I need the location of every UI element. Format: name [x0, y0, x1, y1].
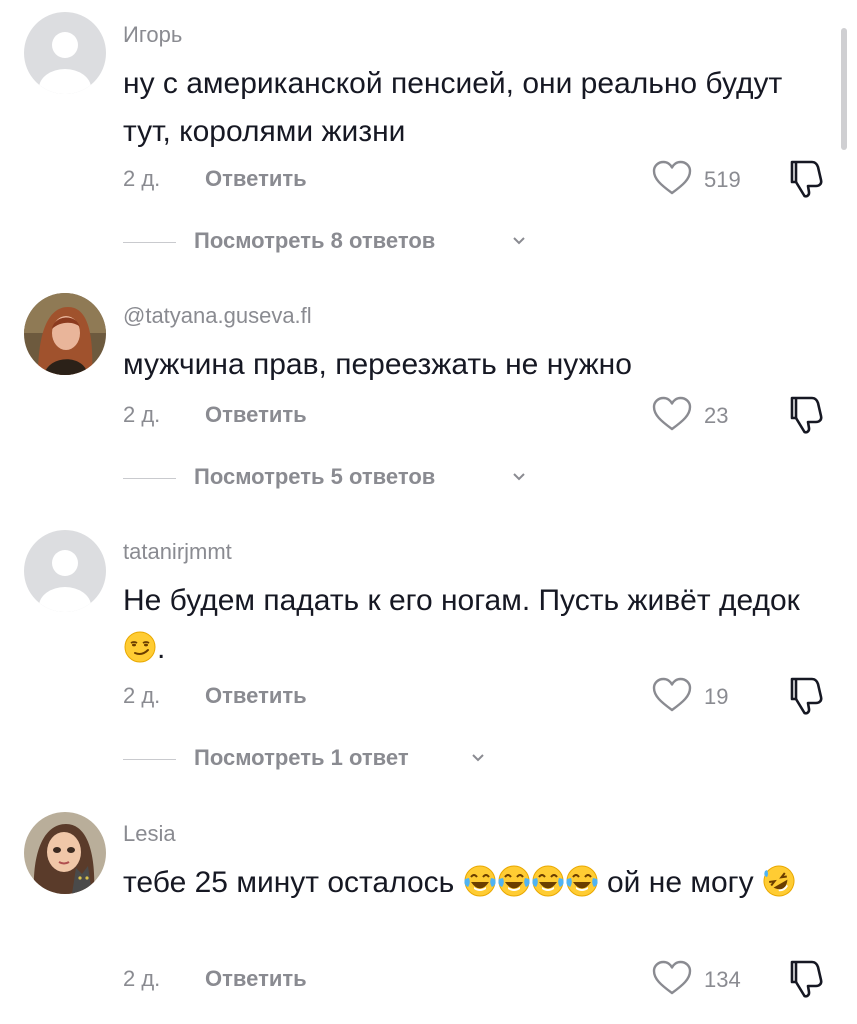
reply-button[interactable]: Ответить [205, 166, 307, 192]
default-avatar-icon [24, 530, 106, 612]
face-with-tears-of-joy-icon [498, 865, 530, 897]
comment-time: 2 д. [123, 683, 161, 708]
heart-outline-icon [652, 960, 692, 995]
drawn-avatar-girl-with-cat-icon [24, 812, 106, 894]
face-with-tears-of-joy-icon [532, 865, 564, 897]
thumbs-down-outline-icon [790, 960, 823, 998]
thumbs-down-outline-icon [790, 677, 823, 715]
thumbs-down-outline-icon [790, 160, 823, 198]
divider-line [123, 478, 176, 479]
comment-text: мужчина прав, переезжать не нужно [123, 341, 813, 389]
comment-username[interactable]: @tatyana.guseva.fl [123, 303, 312, 329]
chevron-down-icon [472, 754, 484, 762]
comment-text-part: ну с американской пенсией, они реально б… [123, 67, 783, 148]
chevron-down-icon [513, 237, 525, 245]
scrollbar[interactable] [841, 28, 847, 150]
avatar[interactable] [24, 293, 106, 375]
photo-avatar-woman-icon [24, 293, 106, 375]
rolling-on-the-floor-laughing-icon [763, 865, 795, 897]
avatar[interactable] [24, 530, 106, 612]
like-button[interactable]: 23 [652, 396, 762, 436]
comments-panel: Игорь ну с американской пенсией, они реа… [0, 0, 857, 1024]
like-button[interactable]: 519 [652, 160, 762, 200]
face-with-tears-of-joy-icon [464, 865, 496, 897]
comment-text-part: . [157, 632, 166, 665]
default-avatar-icon [24, 12, 106, 94]
comment-text: ну с американской пенсией, они реально б… [123, 60, 813, 156]
chevron-down-icon [513, 473, 525, 481]
reply-button[interactable]: Ответить [205, 402, 307, 428]
like-button[interactable]: 134 [652, 960, 762, 1000]
comment-username[interactable]: tatanirjmmt [123, 539, 232, 565]
like-count: 23 [704, 403, 729, 428]
reply-button[interactable]: Ответить [205, 683, 307, 709]
dislike-button[interactable] [782, 673, 826, 717]
comment-text-part: мужчина прав, переезжать не нужно [123, 348, 632, 381]
comment-text-part: тебе 25 минут осталось [123, 866, 455, 899]
view-replies-button[interactable]: Посмотреть 5 ответов [123, 464, 543, 494]
view-replies-label: Посмотреть 5 ответов [194, 464, 436, 489]
like-count: 19 [704, 684, 729, 709]
heart-outline-icon [652, 160, 692, 195]
reply-button[interactable]: Ответить [205, 966, 307, 992]
comment-username[interactable]: Игорь [123, 22, 182, 48]
comment-text: Не будем падать к его ногам. Пусть живёт… [123, 577, 813, 673]
face-with-tears-of-joy-icon [566, 865, 598, 897]
comment-username[interactable]: Lesia [123, 821, 176, 847]
comment-time: 2 д. [123, 402, 161, 427]
heart-outline-icon [652, 396, 692, 431]
dislike-button[interactable] [782, 156, 826, 200]
heart-outline-icon [652, 677, 692, 712]
dislike-button[interactable] [782, 956, 826, 1000]
comment-time: 2 д. [123, 966, 161, 991]
divider-line [123, 242, 176, 243]
view-replies-label: Посмотреть 8 ответов [194, 228, 436, 253]
comment-text-part: ой не могу [606, 866, 754, 899]
comment-text-part: Не будем падать к его ногам. Пусть живёт… [123, 584, 800, 617]
dislike-button[interactable] [782, 392, 826, 436]
comment-text: тебе 25 минут осталось ой не могу [123, 859, 813, 907]
avatar[interactable] [24, 12, 106, 94]
divider-line [123, 759, 176, 760]
view-replies-label: Посмотреть 1 ответ [194, 745, 409, 770]
thumbs-down-outline-icon [790, 396, 823, 434]
like-count: 134 [704, 967, 741, 992]
view-replies-button[interactable]: Посмотреть 1 ответ [123, 745, 503, 775]
like-button[interactable]: 19 [652, 677, 762, 717]
view-replies-button[interactable]: Посмотреть 8 ответов [123, 228, 543, 258]
like-count: 519 [704, 167, 741, 192]
smirking-face-icon [124, 631, 156, 663]
comment-time: 2 д. [123, 166, 161, 191]
avatar[interactable] [24, 812, 106, 894]
